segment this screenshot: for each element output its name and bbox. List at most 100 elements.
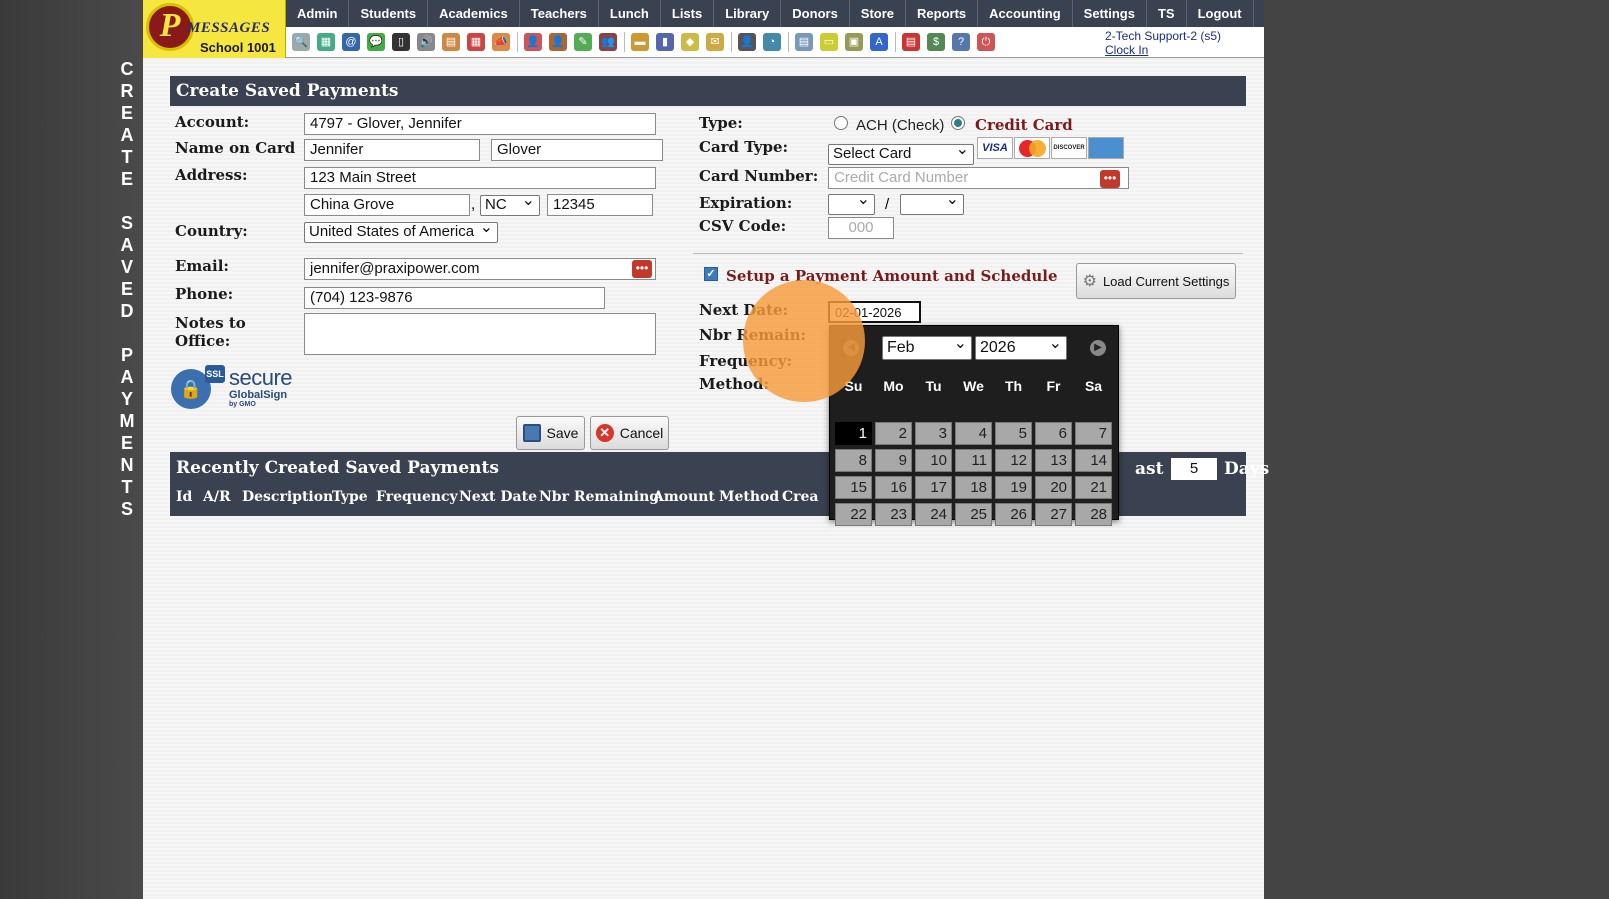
calendar-day[interactable]: 16	[875, 476, 912, 499]
ach-radio[interactable]	[834, 116, 848, 130]
calendar-day[interactable]: 15	[835, 476, 872, 499]
column-header[interactable]: Id	[176, 489, 192, 505]
column-header[interactable]: A/R	[203, 489, 231, 505]
menu-accounting[interactable]: Accounting	[978, 0, 1073, 27]
calendar-day[interactable]: 26	[995, 503, 1032, 526]
column-header[interactable]: Nbr Remaining	[539, 489, 659, 505]
lunch-icon[interactable]: ▬	[631, 33, 649, 51]
pencil-icon[interactable]: ✎	[574, 33, 592, 51]
calendar-day[interactable]: 7	[1075, 422, 1112, 445]
calendar-day[interactable]: 4	[955, 422, 992, 445]
menu-library[interactable]: Library	[714, 0, 782, 27]
phone-icon[interactable]: ▯	[392, 33, 410, 51]
phone-field[interactable]: (704) 123-9876	[304, 287, 605, 309]
calendar-day[interactable]: 17	[915, 476, 952, 499]
power-icon[interactable]: ⏻	[977, 33, 995, 51]
megaphone-icon[interactable]: 📣	[492, 33, 510, 51]
document-icon[interactable]: ▤	[442, 33, 460, 51]
cash-icon[interactable]: $	[927, 33, 945, 51]
column-header[interactable]: Amount	[653, 489, 715, 505]
table-icon[interactable]: ▤	[795, 33, 813, 51]
first-name-field[interactable]: Jennifer	[304, 139, 480, 161]
csv-code-field[interactable]: 000	[828, 217, 894, 239]
column-header[interactable]: Crea	[782, 489, 819, 505]
menu-settings[interactable]: Settings	[1073, 0, 1147, 27]
menu-donors[interactable]: Donors	[781, 0, 850, 27]
card-type-select[interactable]: Select Card	[828, 141, 974, 165]
city-field[interactable]: China Grove	[304, 194, 470, 216]
calendar-day[interactable]: 18	[955, 476, 992, 499]
calendar-day[interactable]: 14	[1075, 449, 1112, 472]
calendar-day[interactable]: 22	[835, 503, 872, 526]
column-header[interactable]: Frequency	[376, 489, 458, 505]
calendar-icon[interactable]: ▦	[467, 33, 485, 51]
column-header[interactable]: Next Date	[459, 489, 537, 505]
credit-card-radio[interactable]	[951, 116, 965, 130]
help-icon[interactable]: ?	[952, 33, 970, 51]
calendar-day[interactable]: 21	[1075, 476, 1112, 499]
calendar-day[interactable]: 20	[1035, 476, 1072, 499]
year-select[interactable]: 2026	[975, 333, 1067, 360]
column-header[interactable]: Method	[719, 489, 779, 505]
envelope-icon[interactable]: ✉	[706, 33, 724, 51]
calendar-day[interactable]: 11	[955, 449, 992, 472]
prev-month-icon[interactable]: ◀	[843, 340, 859, 356]
calendar-day[interactable]: 5	[995, 422, 1032, 445]
menu-teachers[interactable]: Teachers	[520, 0, 599, 27]
days-input[interactable]: 5	[1171, 458, 1217, 480]
column-header[interactable]: Type	[332, 489, 368, 505]
calendar-day[interactable]: 3	[915, 422, 952, 445]
group-icon[interactable]: 👥	[599, 33, 617, 51]
at-icon[interactable]: @	[342, 33, 360, 51]
next-month-icon[interactable]: ▶	[1090, 340, 1106, 356]
tag-icon[interactable]: ◆	[681, 33, 699, 51]
save-button[interactable]: Save	[516, 416, 585, 450]
menu-lunch[interactable]: Lunch	[599, 0, 661, 27]
calendar-day[interactable]: 10	[915, 449, 952, 472]
printer-icon[interactable]: ▣	[845, 33, 863, 51]
chat-icon[interactable]: 💬	[367, 33, 385, 51]
menu-ts[interactable]: TS	[1147, 0, 1187, 27]
calendar-day[interactable]: 9	[875, 449, 912, 472]
book-icon[interactable]: ▮	[656, 33, 674, 51]
search-icon[interactable]: 🔍	[292, 33, 310, 51]
month-select[interactable]: Feb	[882, 333, 972, 360]
clock-icon[interactable]: ◔	[763, 33, 781, 51]
ap-icon[interactable]: A	[870, 33, 888, 51]
email-contacts-icon[interactable]: •••	[632, 260, 652, 278]
pdf-icon[interactable]: ▤	[902, 33, 920, 51]
load-current-settings-button[interactable]: ⚙ Load Current Settings	[1076, 263, 1236, 299]
account-field[interactable]: 4797 - Glover, Jennifer	[304, 113, 656, 135]
speaker-icon[interactable]: 🔊	[417, 33, 435, 51]
calendar-day[interactable]: 28	[1075, 503, 1112, 526]
grid-icon[interactable]: ▦	[317, 33, 335, 51]
schedule-checkbox[interactable]: ✓	[704, 267, 718, 281]
state-select[interactable]: NC	[480, 192, 540, 216]
person-icon[interactable]: 👤	[738, 33, 756, 51]
menu-academics[interactable]: Academics	[428, 0, 520, 27]
menu-store[interactable]: Store	[850, 0, 907, 27]
column-header[interactable]: Description	[242, 489, 333, 505]
calendar-day[interactable]: 12	[995, 449, 1032, 472]
teacher-icon[interactable]: 👤	[549, 33, 567, 51]
calendar-day[interactable]: 8	[835, 449, 872, 472]
calendar-day[interactable]: 27	[1035, 503, 1072, 526]
next-date-field[interactable]: 02-01-2026	[828, 301, 921, 323]
calendar-day[interactable]: 1	[835, 422, 872, 445]
menu-reports[interactable]: Reports	[906, 0, 979, 27]
address-field[interactable]: 123 Main Street	[304, 167, 656, 189]
card-icon[interactable]: ▭	[820, 33, 838, 51]
menu-logout[interactable]: Logout	[1187, 0, 1254, 27]
notes-textarea[interactable]	[304, 313, 656, 355]
clock-in-link[interactable]: Clock In	[1105, 43, 1148, 57]
cancel-button[interactable]: ✕ Cancel	[590, 416, 669, 450]
last-name-field[interactable]: Glover	[491, 139, 663, 161]
country-select[interactable]: United States of America	[304, 219, 498, 243]
calendar-day[interactable]: 13	[1035, 449, 1072, 472]
student-icon[interactable]: 👤	[524, 33, 542, 51]
exp-year-select[interactable]	[900, 191, 964, 215]
zip-field[interactable]: 12345	[547, 194, 653, 216]
calendar-day[interactable]: 25	[955, 503, 992, 526]
menu-lists[interactable]: Lists	[661, 0, 715, 27]
calendar-day[interactable]: 2	[875, 422, 912, 445]
